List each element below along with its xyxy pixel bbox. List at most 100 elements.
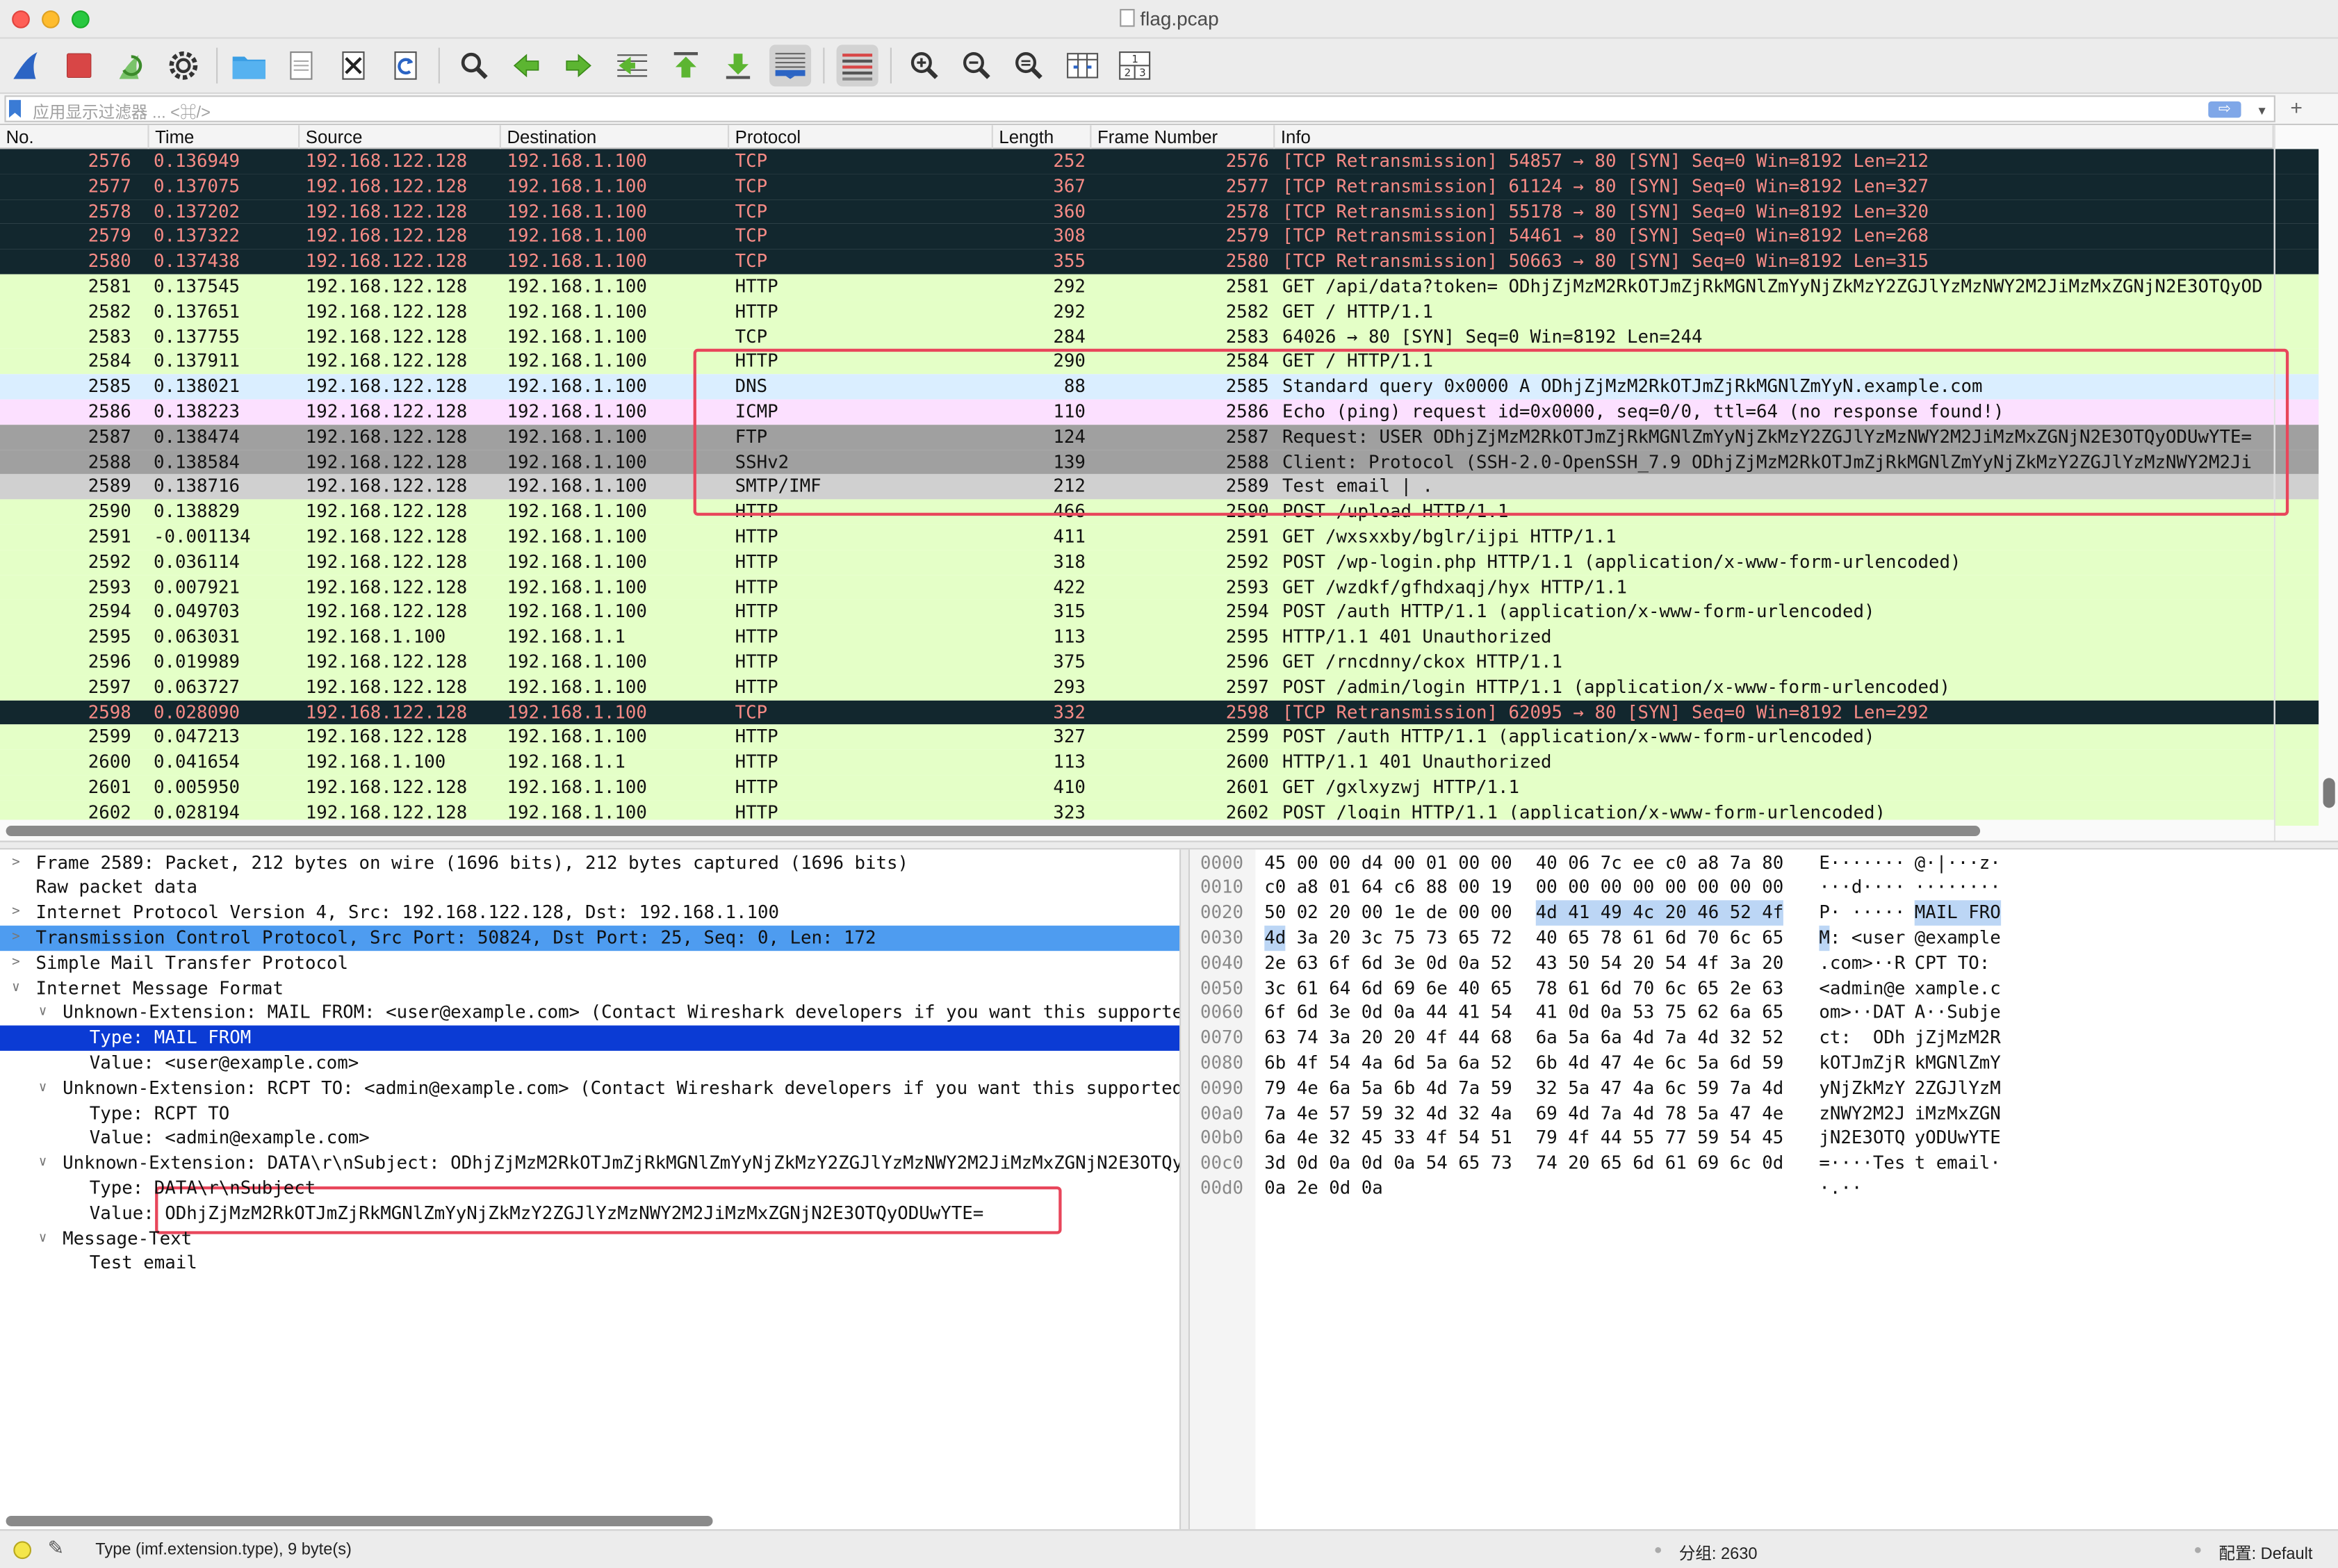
- table-row[interactable]: 2577 0.137075 192.168.122.128 192.168.1.100…: [0, 174, 2274, 199]
- last-packet-button[interactable]: [717, 44, 759, 86]
- ascii-bytes[interactable]: 2ZGJlYzM: [1915, 1076, 2001, 1101]
- packet-list-hscroll[interactable]: [0, 819, 2274, 841]
- table-row[interactable]: 2587 0.138474 192.168.122.128 192.168.1.100…: [0, 424, 2274, 450]
- hex-offset[interactable]: 0040: [1200, 951, 1243, 976]
- hex-offset[interactable]: 0000: [1200, 850, 1243, 875]
- hex-offset[interactable]: 0090: [1200, 1076, 1243, 1101]
- horizontal-scroll-thumb[interactable]: [6, 826, 1981, 837]
- chevron-down-icon[interactable]: ∨: [39, 1151, 47, 1176]
- hex-bytes[interactable]: 3c 61 64 6d 69 6e 40 65: [1264, 976, 1512, 1001]
- chevron-down-icon[interactable]: ∨: [39, 1001, 47, 1026]
- hex-bytes[interactable]: 69 4d 7a 4d 78 5a 47 4e: [1536, 1101, 1784, 1126]
- ascii-bytes[interactable]: ···d····: [1819, 875, 1905, 900]
- ascii-bytes[interactable]: yNjZkMzY: [1819, 1076, 1905, 1101]
- detail-row[interactable]: > Frame 2589: Packet, 212 bytes on wire (…: [0, 850, 1179, 875]
- column-header[interactable]: Protocol: [729, 125, 993, 149]
- ascii-bytes[interactable]: kMGNlZmY: [1915, 1051, 2001, 1076]
- hex-offset[interactable]: 0060: [1200, 1001, 1243, 1026]
- hex-offset[interactable]: 0080: [1200, 1051, 1243, 1076]
- table-row[interactable]: 2579 0.137322 192.168.122.128 192.168.1.100…: [0, 224, 2274, 250]
- table-row[interactable]: 2594 0.049703 192.168.122.128 192.168.1.100…: [0, 599, 2274, 625]
- table-row[interactable]: 2583 0.137755 192.168.122.128 192.168.1.100…: [0, 324, 2274, 350]
- column-header[interactable]: Frame Number: [1091, 125, 1275, 149]
- ascii-bytes[interactable]: yODUwYTE: [1915, 1126, 2001, 1151]
- hex-bytes[interactable]: 3d 0d 0a 0d 0a 54 65 73: [1264, 1151, 1512, 1176]
- detail-row[interactable]: > Internet Protocol Version 4, Src: 192.1…: [0, 900, 1179, 925]
- detail-row[interactable]: Type: RCPT TO: [0, 1101, 1179, 1126]
- edit-comment-icon[interactable]: ✎: [48, 1537, 64, 1560]
- ascii-bytes[interactable]: zNWY2M2J: [1819, 1101, 1905, 1126]
- first-packet-button[interactable]: [665, 44, 707, 86]
- hex-bytes[interactable]: 2e 63 6f 6d 3e 0d 0a 52: [1264, 951, 1512, 976]
- chevron-down-icon[interactable]: ∨: [39, 1226, 47, 1251]
- add-filter-button[interactable]: +: [2290, 95, 2303, 119]
- restart-capture-button[interactable]: [111, 44, 152, 86]
- ascii-bytes[interactable]: .com>··R: [1819, 951, 1905, 976]
- table-row[interactable]: 2601 0.005950 192.168.122.128 192.168.1.100…: [0, 775, 2274, 801]
- vertical-scroll-thumb[interactable]: [2323, 778, 2335, 808]
- chevron-right-icon[interactable]: >: [12, 951, 20, 976]
- horizontal-scroll-thumb[interactable]: [6, 1515, 713, 1526]
- ascii-bytes[interactable]: CPT TO:: [1915, 951, 2001, 976]
- hex-bytes[interactable]: 40 65 78 61 6d 70 6c 65: [1536, 925, 1784, 950]
- ascii-bytes[interactable]: <admin@e: [1819, 976, 1905, 1001]
- save-file-button[interactable]: [280, 44, 322, 86]
- ascii-bytes[interactable]: om>··DAT: [1819, 1001, 1905, 1026]
- table-row[interactable]: 2584 0.137911 192.168.122.128 192.168.1.100…: [0, 349, 2274, 375]
- hex-bytes[interactable]: 6f 6d 3e 0d 0a 44 41 54: [1264, 1001, 1512, 1026]
- normal-size-button[interactable]: [1008, 44, 1049, 86]
- packet-list-minimap[interactable]: [2273, 125, 2338, 841]
- table-row[interactable]: 2600 0.041654 192.168.1.100 192.168.1.1 HTTP…: [0, 750, 2274, 776]
- chevron-down-icon[interactable]: ∨: [39, 1076, 47, 1101]
- table-row[interactable]: 2576 0.136949 192.168.122.128 192.168.1.100…: [0, 149, 2274, 174]
- hex-offset[interactable]: 0010: [1200, 875, 1243, 900]
- table-row[interactable]: 2578 0.137202 192.168.122.128 192.168.1.100…: [0, 199, 2274, 224]
- hex-offset[interactable]: 00a0: [1200, 1101, 1243, 1126]
- table-row[interactable]: 2599 0.047213 192.168.122.128 192.168.1.100…: [0, 725, 2274, 751]
- expert-info-icon[interactable]: [13, 1541, 32, 1560]
- hex-bytes[interactable]: 41 0d 0a 53 75 62 6a 65: [1536, 1001, 1784, 1026]
- ascii-bytes[interactable]: t email·: [1915, 1151, 2001, 1176]
- hex-bytes[interactable]: 40 06 7c ee c0 a8 7a 80: [1536, 850, 1784, 875]
- table-row[interactable]: 2582 0.137651 192.168.122.128 192.168.1.100…: [0, 299, 2274, 325]
- hex-bytes[interactable]: 79 4e 6a 5a 6b 4d 7a 59: [1264, 1076, 1512, 1101]
- chevron-down-icon[interactable]: ▼: [2256, 104, 2268, 117]
- detail-row[interactable]: Value: <user@example.com>: [0, 1051, 1179, 1076]
- detail-row[interactable]: ∨ Internet Message Format: [0, 976, 1179, 1001]
- pane-splitter[interactable]: [0, 840, 2338, 850]
- reload-file-button[interactable]: [385, 44, 427, 86]
- column-header[interactable]: Time: [149, 125, 300, 149]
- hex-offset[interactable]: 0070: [1200, 1026, 1243, 1051]
- display-filter-input[interactable]: 应用显示过滤器 ... <⌘/> ⇨ ▼: [4, 95, 2275, 122]
- close-file-button[interactable]: [332, 44, 374, 86]
- table-row[interactable]: 2591 -0.001134 192.168.122.128 192.168.1.10…: [0, 524, 2274, 550]
- ascii-bytes[interactable]: ·.··: [1819, 1176, 1862, 1201]
- detail-row[interactable]: Value: ODhjZjMzM2RkOTJmZjRkMGNlZmYyNjZkM…: [0, 1201, 1179, 1226]
- ascii-bytes[interactable]: @example: [1915, 925, 2001, 950]
- hex-offset[interactable]: 0050: [1200, 976, 1243, 1001]
- status-profile[interactable]: 配置: Default: [2218, 1541, 2312, 1565]
- hex-bytes[interactable]: 6a 4e 32 45 33 4f 54 51: [1264, 1126, 1512, 1151]
- auto-scroll-button[interactable]: [769, 44, 812, 87]
- hex-bytes[interactable]: 4d 41 49 4c 20 46 52 4f: [1535, 900, 1784, 926]
- stop-capture-button[interactable]: [58, 44, 100, 86]
- hex-bytes[interactable]: 6b 4f 54 4a 6d 5a 6a 52: [1264, 1051, 1512, 1076]
- zoom-in-button[interactable]: [904, 44, 945, 86]
- details-hscroll[interactable]: [0, 1508, 1179, 1529]
- ascii-bytes[interactable]: A··Subje: [1915, 1001, 2001, 1026]
- capture-options-button[interactable]: [163, 44, 204, 86]
- hex-offset[interactable]: 00b0: [1200, 1126, 1243, 1151]
- ascii-bytes[interactable]: xample.c: [1915, 976, 2001, 1001]
- hex-bytes[interactable]: 0a 2e 0d 0a: [1264, 1176, 1383, 1201]
- hex-offset[interactable]: 00c0: [1200, 1151, 1243, 1176]
- go-to-packet-button[interactable]: [612, 44, 653, 86]
- apply-filter-button[interactable]: ⇨: [2208, 101, 2241, 118]
- hex-bytes[interactable]: c0 a8 01 64 c6 88 00 19: [1264, 875, 1512, 900]
- detail-row[interactable]: ∨ Unknown-Extension: RCPT TO: <admin@exam…: [0, 1076, 1179, 1101]
- chevron-right-icon[interactable]: >: [12, 850, 20, 875]
- hex-bytes[interactable]: 50 02 20 00 1e de 00 00: [1264, 900, 1512, 925]
- layout-button[interactable]: 123: [1114, 44, 1156, 86]
- bookmark-icon[interactable]: [8, 99, 22, 118]
- column-header[interactable]: Length: [993, 125, 1092, 149]
- table-row[interactable]: 2595 0.063031 192.168.1.100 192.168.1.1 HTTP…: [0, 624, 2274, 650]
